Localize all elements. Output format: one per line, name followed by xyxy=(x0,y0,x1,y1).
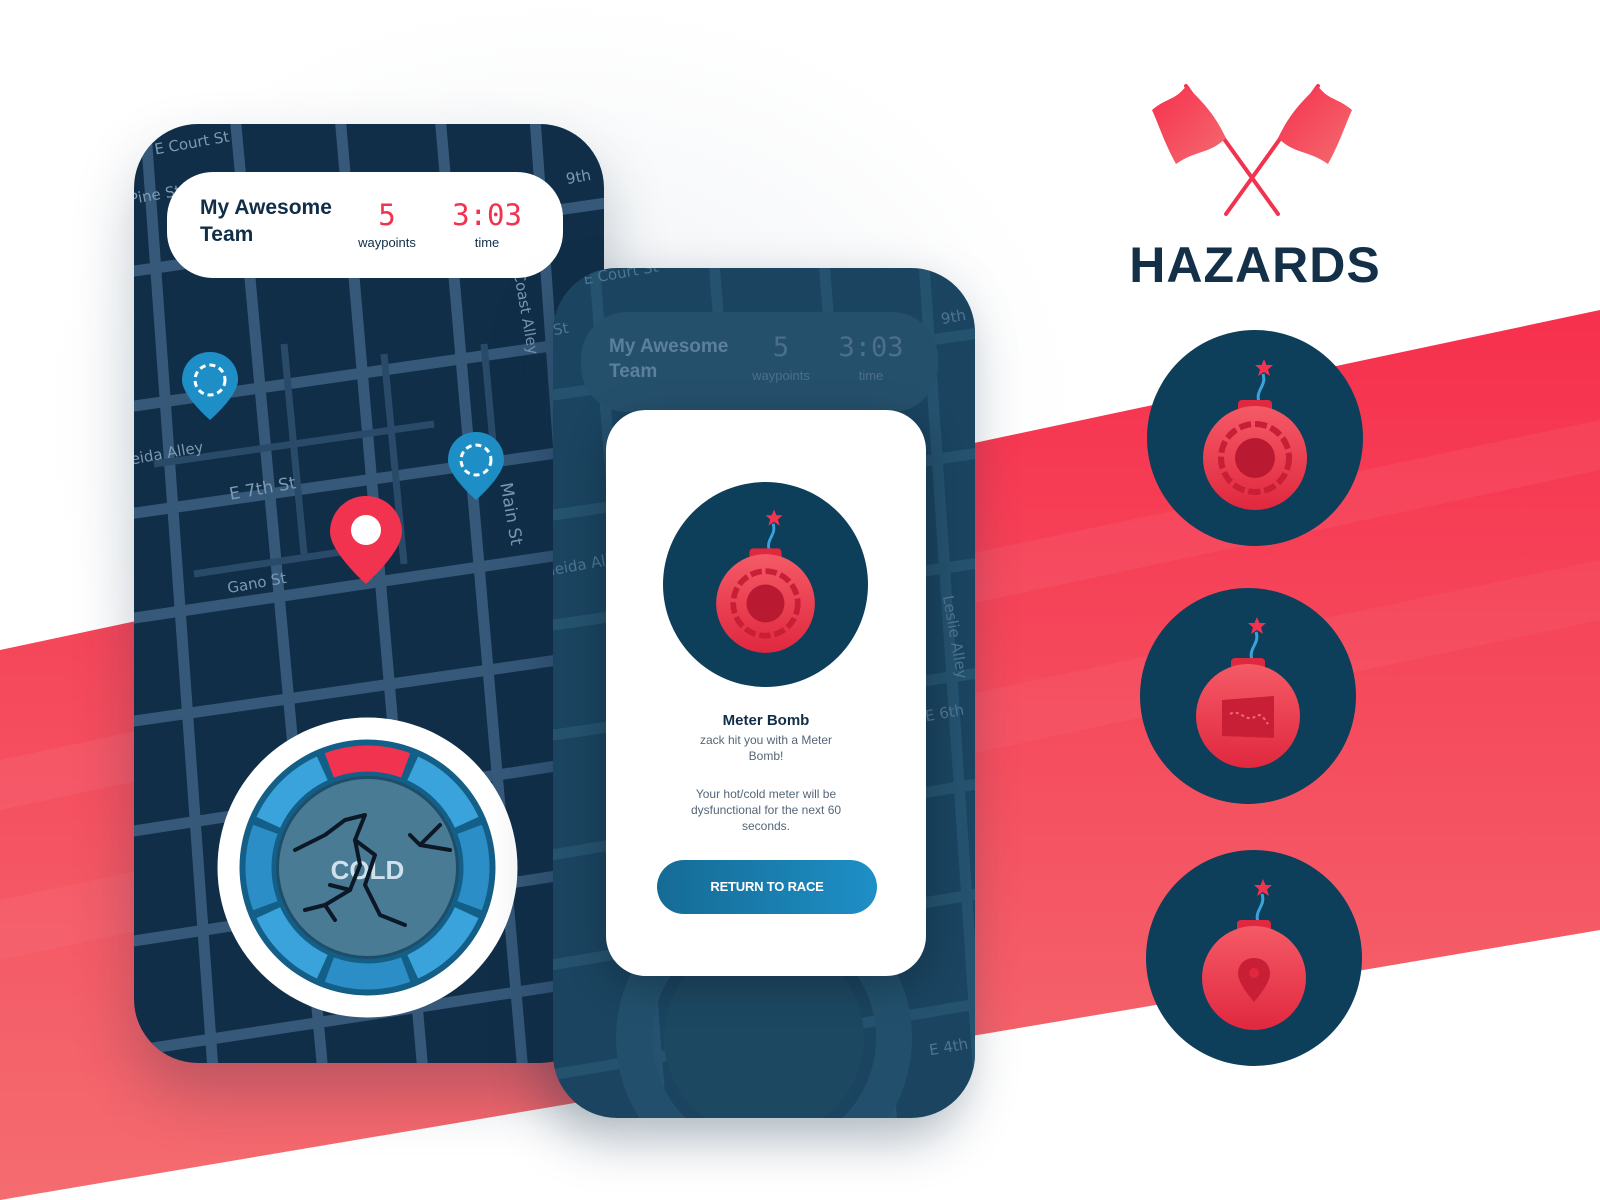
waypoints-label: waypoints xyxy=(358,235,416,250)
time-label: time xyxy=(474,235,500,250)
modal-title: Meter Bomb xyxy=(722,712,810,729)
team-name: My Awesome Team xyxy=(609,336,729,382)
time-remaining: 3:03 xyxy=(452,198,522,232)
meter-bomb-icon xyxy=(663,482,868,687)
hazards-title: HAZARDS xyxy=(1129,237,1381,293)
hazards-showcase: E Court St Pine St 9th Oneida Alley E 7t… xyxy=(0,0,1600,1200)
team-name: My Awesome Team xyxy=(200,196,332,246)
waypoint-pin-icon[interactable] xyxy=(446,430,506,502)
crossed-flags-icon xyxy=(1152,84,1352,216)
waypoint-pin-icon[interactable] xyxy=(180,350,240,422)
waypoints-count: 5 xyxy=(772,332,790,363)
waypoints-count: 5 xyxy=(378,198,396,232)
time-remaining: 3:03 xyxy=(838,332,904,363)
location-bomb-icon xyxy=(1146,850,1362,1066)
time-label: time xyxy=(858,368,884,383)
modal-subtitle: zack hit you with a Meter Bomb! xyxy=(699,733,833,763)
hot-cold-meter[interactable]: COLD xyxy=(215,715,520,1020)
waypoints-label: waypoints xyxy=(752,368,810,383)
player-location-pin-icon xyxy=(330,496,402,584)
team-status-header: My Awesome Team 5 waypoints 3:03 time xyxy=(167,172,563,278)
return-to-race-button[interactable]: RETURN TO RACE xyxy=(657,860,877,914)
modal-body: Your hot/cold meter will be dysfunctiona… xyxy=(690,787,842,833)
hazard-modal: Meter Bomb zack hit you with a Meter Bom… xyxy=(606,410,926,976)
meter-bomb-icon xyxy=(1147,330,1363,546)
map-bomb-icon xyxy=(1140,588,1356,804)
team-status-header-dimmed: My Awesome Team 5 waypoints 3:03 time xyxy=(581,312,938,412)
street-label: St xyxy=(553,318,570,340)
